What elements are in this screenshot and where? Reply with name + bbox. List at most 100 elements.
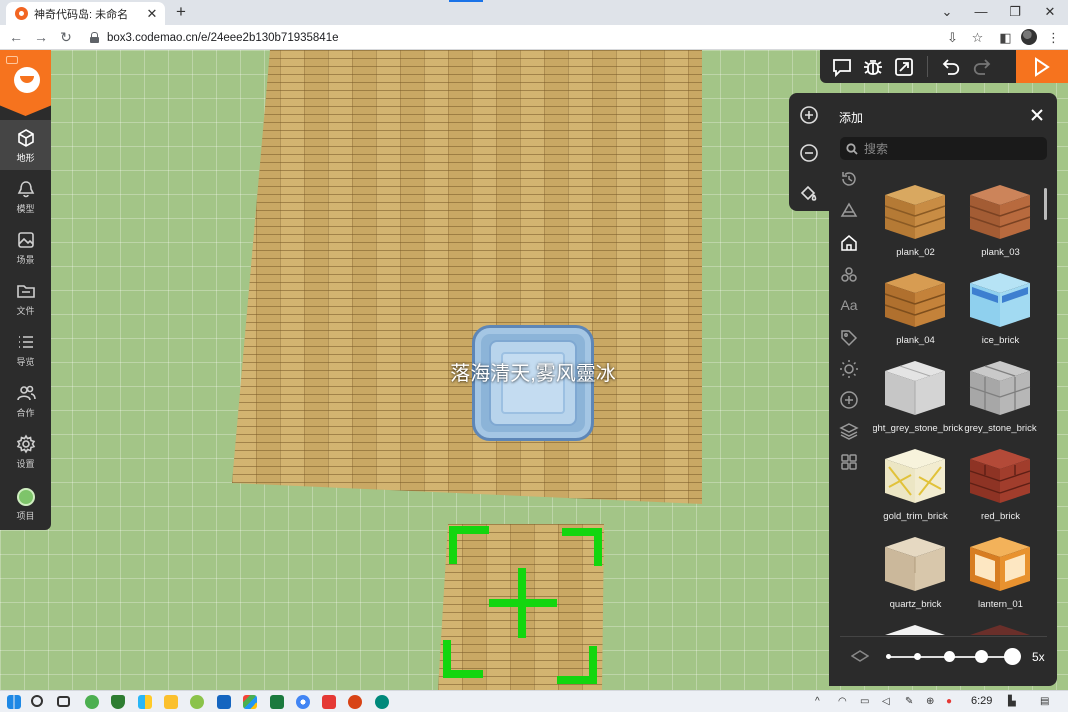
block-grid: plank_02 plank_03 plank_04 ice_brick lig… [873, 175, 1049, 635]
nav-item-project[interactable]: 项目 [0, 480, 51, 530]
grid-apps-icon[interactable] [839, 452, 859, 472]
task-view-icon[interactable] [57, 696, 70, 707]
paint-bucket-icon[interactable] [799, 183, 819, 203]
windows-start-icon[interactable] [7, 695, 21, 709]
block-image [885, 625, 945, 635]
battery-icon[interactable]: ▭ [860, 696, 869, 707]
crosshair-icon [489, 599, 557, 607]
forward-arrow-icon[interactable]: → [32, 28, 50, 46]
cone-shape-icon[interactable] [839, 201, 859, 221]
clock-time[interactable]: 6:29 [971, 695, 992, 707]
close-window-button[interactable]: ✕ [1035, 2, 1065, 22]
block-item-grey-stone-brick[interactable]: grey_stone_brick [958, 351, 1043, 439]
block-item-red-brick[interactable]: red_brick [958, 439, 1043, 527]
edge-icon[interactable] [375, 695, 389, 709]
chrome-icon[interactable] [296, 695, 310, 709]
app-icon[interactable] [243, 695, 257, 709]
security-shield-icon[interactable] [111, 695, 125, 709]
project-icon [16, 488, 35, 506]
file-explorer-icon[interactable] [164, 695, 178, 709]
bookmark-star-icon[interactable]: ☆ [970, 30, 985, 45]
profile-avatar[interactable] [1021, 29, 1037, 45]
debug-bug-icon[interactable] [862, 56, 884, 78]
nav-item-model[interactable]: 模型 [0, 171, 51, 221]
powerpoint-icon[interactable] [348, 695, 362, 709]
search-icon[interactable] [31, 695, 43, 707]
nav-item-collab[interactable]: 合作 [0, 375, 51, 425]
pen-icon[interactable]: ✎ [905, 696, 913, 707]
layers-icon[interactable] [839, 421, 859, 441]
nav-item-scene[interactable]: 场景 [0, 222, 51, 272]
close-icon[interactable] [1029, 107, 1045, 123]
search-input[interactable] [864, 141, 1034, 156]
recent-history-icon[interactable] [839, 169, 859, 189]
light-sun-icon[interactable] [839, 359, 859, 379]
url-field[interactable]: box3.codemao.cn/e/24eee2b130b71935841e [84, 28, 940, 47]
brush-size-step[interactable] [914, 653, 921, 660]
redo-icon[interactable] [971, 56, 993, 78]
quartz-brick-image [885, 537, 945, 591]
block-item-plank-04[interactable]: plank_04 [873, 263, 958, 351]
minimize-button[interactable]: — [966, 2, 996, 22]
wifi-icon[interactable]: ◠ [838, 696, 847, 707]
brush-size-step[interactable] [975, 650, 988, 663]
brush-size-step[interactable] [944, 651, 955, 662]
nav-label: 地形 [16, 153, 35, 163]
block-item-quartz-brick[interactable]: quartz_brick [873, 527, 958, 615]
tag-icon[interactable] [839, 328, 859, 348]
app-tray-icon[interactable]: ● [946, 696, 952, 707]
codemao-logo[interactable] [0, 50, 51, 116]
undo-icon[interactable] [940, 56, 962, 78]
tab-list-chevron-down-icon[interactable]: ⌄ [932, 2, 962, 22]
block-item-gold-trim-brick[interactable]: gold_trim_brick [873, 439, 958, 527]
brush-size-step[interactable] [886, 654, 891, 659]
people-icon [16, 383, 36, 403]
nav-item-terrain[interactable]: 地形 [0, 120, 51, 170]
building-home-icon[interactable] [839, 233, 859, 253]
side-panel-icon[interactable]: ◧ [998, 30, 1013, 45]
app-icon[interactable] [217, 695, 231, 709]
browser-tab[interactable]: 神奇代码岛: 未命名 ✕ [6, 2, 165, 25]
add-circle-icon[interactable] [839, 390, 859, 410]
excel-icon[interactable] [270, 695, 284, 709]
remove-block-minus-icon[interactable] [799, 143, 819, 163]
block-item-plank-03[interactable]: plank_03 [958, 175, 1043, 263]
block-item-light-grey-stone-brick[interactable]: light_grey_stone_brick [873, 351, 963, 439]
new-tab-button[interactable]: + [172, 3, 190, 21]
more-menu-icon[interactable]: ⋮ [1046, 30, 1061, 45]
block-item-lantern-01[interactable]: lantern_01 [958, 527, 1043, 615]
app-icon[interactable] [138, 695, 152, 709]
block-item-plank-02[interactable]: plank_02 [873, 175, 958, 263]
search-box[interactable] [840, 137, 1047, 160]
block-item-partial[interactable] [873, 615, 958, 635]
plank-floor-main [232, 50, 702, 504]
nav-item-settings[interactable]: 设置 [0, 426, 51, 476]
ime-icon[interactable]: ⊕ [926, 696, 934, 707]
add-block-plus-icon[interactable] [799, 105, 819, 125]
tab-close-icon[interactable]: ✕ [145, 6, 159, 21]
reload-icon[interactable]: ↻ [57, 28, 75, 46]
restore-button[interactable]: ❐ [1000, 2, 1030, 22]
notifications-icon[interactable]: ▤ [1040, 696, 1049, 707]
chat-icon[interactable] [831, 56, 853, 78]
volume-icon[interactable]: ◁ [882, 696, 890, 707]
grid-scrollbar[interactable] [1044, 188, 1047, 220]
lock-icon[interactable] [90, 32, 99, 43]
layer-plane-icon[interactable] [850, 649, 870, 663]
app-icon[interactable] [190, 695, 204, 709]
block-item-partial[interactable] [958, 615, 1043, 635]
brush-size-knob[interactable] [1004, 648, 1021, 665]
text-block-label[interactable]: Aa [839, 297, 859, 313]
back-arrow-icon[interactable]: ← [7, 28, 25, 46]
app-icon[interactable] [322, 695, 336, 709]
tray-chevron-up-icon[interactable]: ^ [815, 696, 820, 707]
nav-item-files[interactable]: 文件 [0, 273, 51, 323]
expand-icon[interactable] [893, 56, 915, 78]
nav-item-guide[interactable]: 导览 [0, 324, 51, 374]
run-button[interactable] [1016, 50, 1068, 83]
app-icon[interactable] [85, 695, 99, 709]
block-item-ice-brick[interactable]: ice_brick [958, 263, 1043, 351]
widgets-icon[interactable]: ▙ [1008, 696, 1016, 707]
install-app-icon[interactable]: ⇩ [945, 30, 960, 45]
nature-cluster-icon[interactable] [839, 265, 859, 285]
